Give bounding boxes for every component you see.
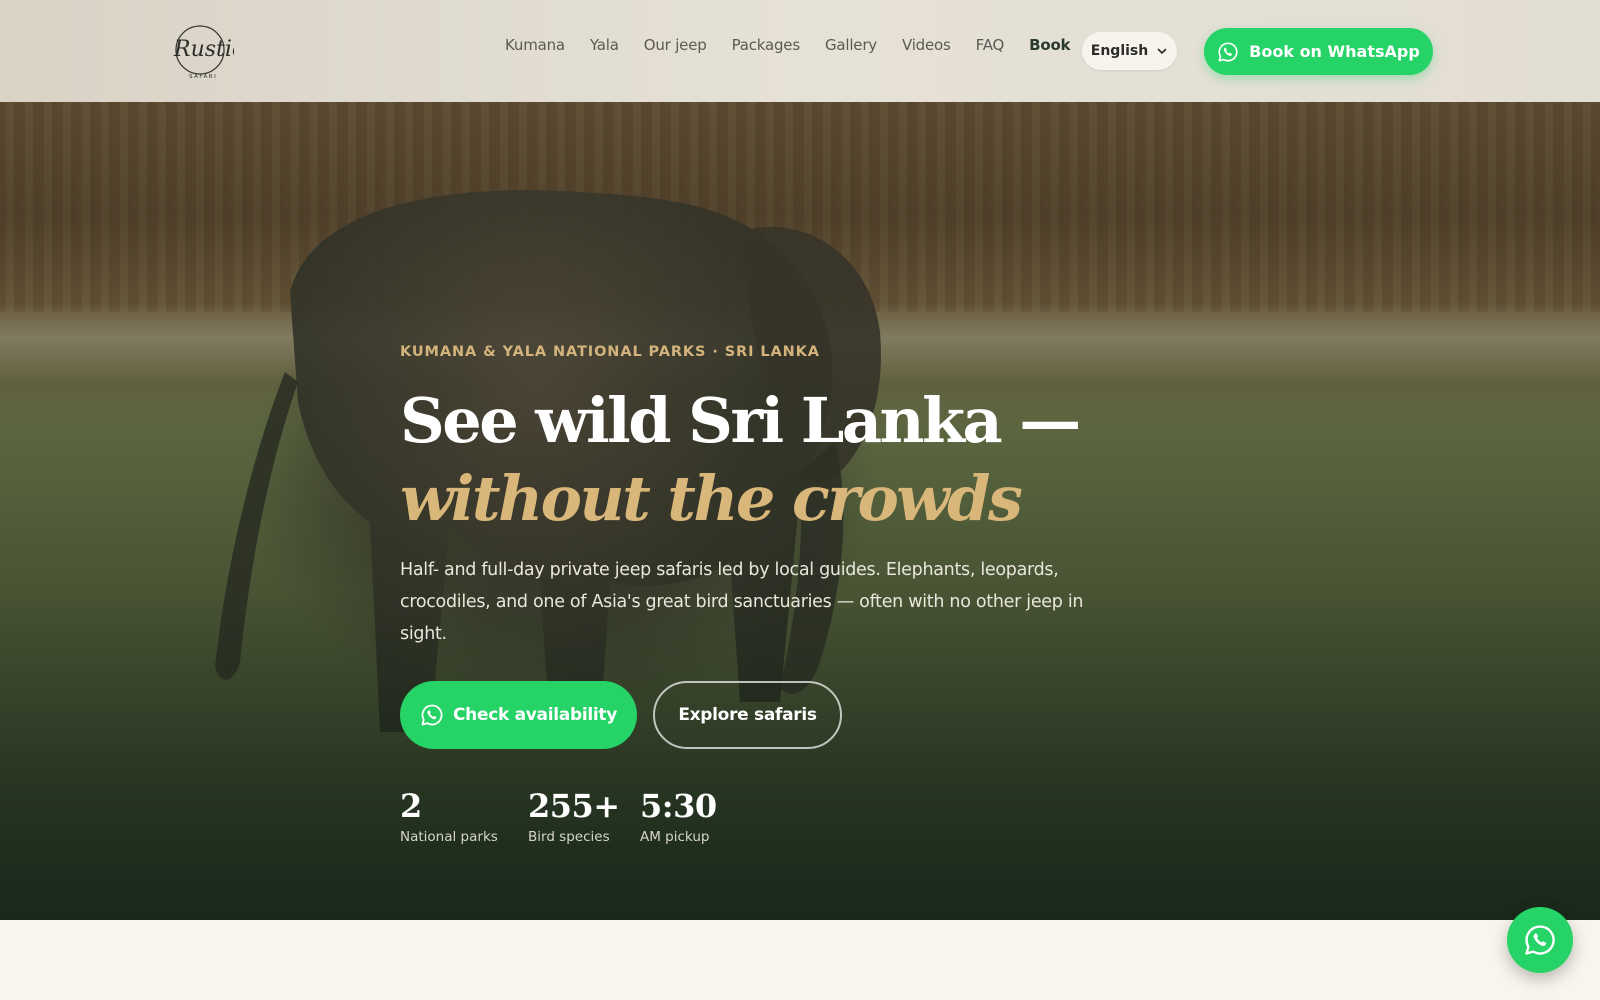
stat-am-pickup: 5:30 AM pickup (640, 787, 717, 845)
stat-national-parks: 2 National parks (400, 787, 498, 845)
floating-whatsapp-button[interactable] (1507, 907, 1573, 973)
whatsapp-icon (1525, 925, 1555, 955)
nav-item-yala[interactable]: Yala (590, 36, 619, 54)
whatsapp-icon (421, 704, 443, 726)
stat-bird-species: 255+ Bird species (528, 787, 620, 845)
stat-value: 2 (400, 787, 422, 825)
hero-title-line2: without the crowds (400, 462, 1023, 535)
nav-item-packages[interactable]: Packages (732, 36, 801, 54)
nav-item-book[interactable]: Book (1029, 36, 1070, 54)
book-on-whatsapp-label: Book on WhatsApp (1249, 42, 1420, 61)
whatsapp-icon (1218, 41, 1238, 62)
svg-text:Rustic: Rustic (173, 37, 234, 62)
hero-section: KUMANA & YALA NATIONAL PARKS · SRI LANKA… (0, 102, 1600, 920)
explore-safaris-label: Explore safaris (678, 705, 817, 725)
site-header: Rustic SAFARI Kumana Yala Our jeep Packa… (0, 0, 1600, 102)
nav-item-gallery[interactable]: Gallery (825, 36, 877, 54)
explore-safaris-button[interactable]: Explore safaris (653, 681, 842, 749)
stat-label: National parks (400, 829, 498, 845)
nav-item-videos[interactable]: Videos (902, 36, 951, 54)
logo-mark: Rustic SAFARI (173, 25, 244, 80)
svg-text:SAFARI: SAFARI (189, 74, 217, 80)
nav-item-kumana[interactable]: Kumana (505, 36, 565, 54)
brand-logo[interactable]: Rustic SAFARI (170, 22, 244, 82)
hero-eyebrow: KUMANA & YALA NATIONAL PARKS · SRI LANKA (400, 344, 820, 360)
language-select[interactable]: English (1082, 32, 1177, 70)
main-nav: Kumana Yala Our jeep Packages Gallery Vi… (505, 36, 1095, 54)
nav-item-faq[interactable]: FAQ (976, 36, 1005, 54)
language-label: English (1090, 43, 1149, 59)
stat-value: 255+ (528, 787, 620, 825)
hero-title-line1: See wild Sri Lanka — (400, 384, 1081, 457)
book-on-whatsapp-button[interactable]: Book on WhatsApp (1204, 28, 1433, 75)
check-availability-label: Check availability (452, 705, 618, 725)
check-availability-button[interactable]: Check availability (400, 681, 637, 749)
chevron-down-icon (1157, 48, 1167, 54)
nav-item-our-jeep[interactable]: Our jeep (644, 36, 707, 54)
next-section (0, 920, 1600, 1000)
stat-label: Bird species (528, 829, 610, 845)
hero-lead: Half- and full-day private jeep safaris … (400, 560, 1084, 644)
stat-label: AM pickup (640, 829, 710, 845)
stat-value: 5:30 (640, 787, 717, 825)
